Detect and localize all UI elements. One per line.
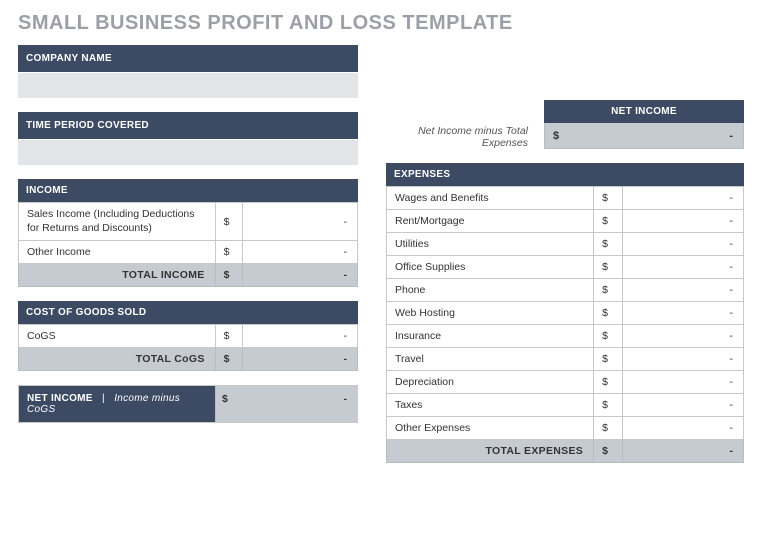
table-row: Other Expenses$- [387, 417, 744, 440]
row-value[interactable]: - [622, 394, 743, 417]
row-label: CoGS [19, 325, 216, 348]
row-value[interactable]: - [622, 187, 743, 210]
net-income-caption: Net Income minus Total Expenses [386, 125, 534, 149]
table-row: Sales Income (Including Deductions for R… [19, 203, 358, 241]
expenses-table: Wages and Benefits$- Rent/Mortgage$- Uti… [386, 186, 744, 463]
row-currency: $ [594, 279, 623, 302]
cogs-table: CoGS $ - TOTAL CoGS $ - [18, 324, 358, 371]
row-currency: $ [594, 325, 623, 348]
net-income-value: - [242, 386, 357, 422]
table-row: Office Supplies$- [387, 256, 744, 279]
total-label: TOTAL CoGS [19, 348, 216, 371]
row-label: Sales Income (Including Deductions for R… [19, 203, 216, 241]
row-value[interactable]: - [242, 325, 357, 348]
total-label: TOTAL EXPENSES [387, 440, 594, 463]
row-value[interactable]: - [242, 241, 357, 264]
row-label: Other Expenses [387, 417, 594, 440]
company-input[interactable] [18, 72, 358, 98]
row-label: Travel [387, 348, 594, 371]
table-row: CoGS $ - [19, 325, 358, 348]
cogs-header: COST OF GOODS SOLD [18, 301, 358, 324]
expenses-block: EXPENSES Wages and Benefits$- Rent/Mortg… [386, 163, 744, 463]
cogs-block: COST OF GOODS SOLD CoGS $ - TOTAL CoGS $… [18, 301, 358, 371]
row-label: Taxes [387, 394, 594, 417]
total-currency: $ [215, 264, 242, 287]
total-currency: $ [215, 348, 242, 371]
row-currency: $ [594, 210, 623, 233]
row-label: Wages and Benefits [387, 187, 594, 210]
net-income-box-value: - [567, 130, 743, 142]
row-label: Phone [387, 279, 594, 302]
row-currency: $ [594, 256, 623, 279]
net-income-label: NET INCOME | Income minus CoGS [19, 386, 215, 422]
expenses-total-row: TOTAL EXPENSES $ - [387, 440, 744, 463]
company-block: COMPANY NAME [18, 45, 358, 98]
expenses-header: EXPENSES [386, 163, 744, 186]
table-row: Phone$- [387, 279, 744, 302]
row-label: Depreciation [387, 371, 594, 394]
row-currency: $ [215, 325, 242, 348]
period-header: TIME PERIOD COVERED [18, 112, 358, 139]
table-row: Taxes$- [387, 394, 744, 417]
row-label: Insurance [387, 325, 594, 348]
row-currency: $ [594, 394, 623, 417]
income-total-row: TOTAL INCOME $ - [19, 264, 358, 287]
row-value[interactable]: - [622, 371, 743, 394]
row-currency: $ [594, 187, 623, 210]
income-block: INCOME Sales Income (Including Deduction… [18, 179, 358, 287]
total-value: - [242, 264, 357, 287]
income-header: INCOME [18, 179, 358, 202]
row-label: Rent/Mortgage [387, 210, 594, 233]
table-row: Rent/Mortgage$- [387, 210, 744, 233]
net-income-currency: $ [215, 386, 242, 422]
row-label: Other Income [19, 241, 216, 264]
row-currency: $ [215, 203, 242, 241]
row-currency: $ [594, 302, 623, 325]
row-value[interactable]: - [242, 203, 357, 241]
total-currency: $ [594, 440, 623, 463]
row-value[interactable]: - [622, 210, 743, 233]
page-title: SMALL BUSINESS PROFIT AND LOSS TEMPLATE [18, 12, 744, 35]
table-row: Wages and Benefits$- [387, 187, 744, 210]
net-income-box-currency: $ [545, 130, 567, 142]
row-currency: $ [215, 241, 242, 264]
total-value: - [622, 440, 743, 463]
row-currency: $ [594, 417, 623, 440]
row-currency: $ [594, 233, 623, 256]
row-value[interactable]: - [622, 302, 743, 325]
table-row: Travel$- [387, 348, 744, 371]
row-value[interactable]: - [622, 279, 743, 302]
table-row: Depreciation$- [387, 371, 744, 394]
table-row: Utilities$- [387, 233, 744, 256]
net-income-row-block: NET INCOME | Income minus CoGS $ - [18, 385, 358, 423]
total-label: TOTAL INCOME [19, 264, 216, 287]
row-currency: $ [594, 371, 623, 394]
net-income-top: Net Income minus Total Expenses NET INCO… [386, 45, 744, 149]
row-value[interactable]: - [622, 256, 743, 279]
row-value[interactable]: - [622, 348, 743, 371]
row-label: Utilities [387, 233, 594, 256]
row-label: Office Supplies [387, 256, 594, 279]
period-input[interactable] [18, 139, 358, 165]
table-row: Web Hosting$- [387, 302, 744, 325]
row-value[interactable]: - [622, 325, 743, 348]
income-table: Sales Income (Including Deductions for R… [18, 202, 358, 287]
row-value[interactable]: - [622, 233, 743, 256]
period-block: TIME PERIOD COVERED [18, 112, 358, 165]
table-row: Other Income $ - [19, 241, 358, 264]
row-value[interactable]: - [622, 417, 743, 440]
row-currency: $ [594, 348, 623, 371]
total-value: - [242, 348, 357, 371]
company-header: COMPANY NAME [18, 45, 358, 72]
row-label: Web Hosting [387, 302, 594, 325]
net-income-box: NET INCOME $ - [544, 100, 744, 149]
cogs-total-row: TOTAL CoGS $ - [19, 348, 358, 371]
net-income-box-header: NET INCOME [544, 100, 744, 123]
table-row: Insurance$- [387, 325, 744, 348]
